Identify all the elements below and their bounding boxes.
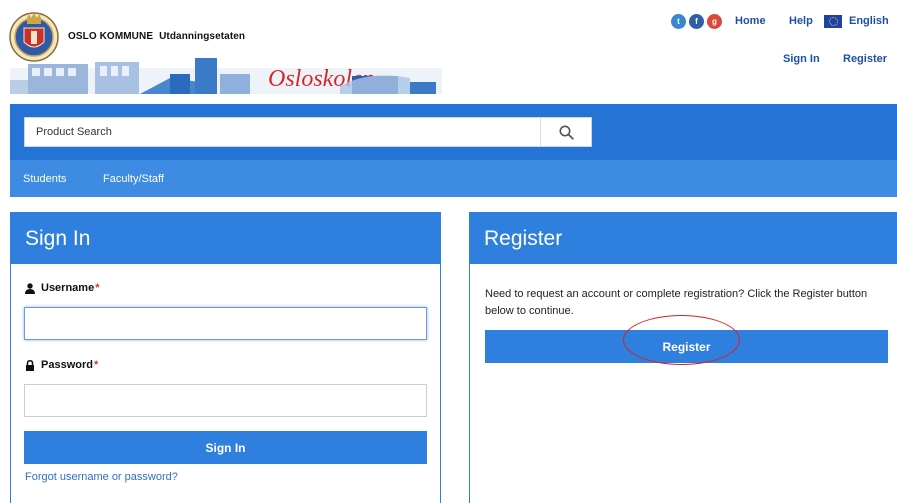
username-label-text: Username (41, 282, 95, 294)
password-input[interactable] (25, 385, 426, 416)
language-link[interactable]: English (849, 15, 889, 27)
search-icon (559, 125, 574, 140)
password-label-text: Password (41, 359, 93, 371)
main-navigation: Students Faculty/Staff (10, 160, 897, 197)
help-link[interactable]: Help (789, 15, 813, 27)
register-title: Register (470, 213, 897, 264)
forgot-credentials-link[interactable]: Forgot username or password? (25, 471, 178, 483)
register-instructions: Need to request an account or complete r… (485, 288, 868, 317)
facebook-icon[interactable]: f (689, 14, 704, 29)
sign-in-title: Sign In (11, 213, 440, 264)
register-button[interactable]: Register (485, 330, 888, 363)
sign-in-panel: Sign In Username * Password * Sign In Forg… (10, 212, 441, 503)
sign-in-button[interactable]: Sign In (24, 431, 427, 464)
site-header: OSLO KOMMUNE Utdanningsetaten Osloskolen … (0, 0, 897, 104)
google-plus-icon[interactable]: g (707, 14, 722, 29)
lock-icon (26, 359, 34, 371)
org-name: OSLO KOMMUNE (68, 31, 154, 42)
home-link[interactable]: Home (735, 15, 766, 27)
register-panel: Register Need to request an account or c… (469, 212, 897, 503)
agency-name: Utdanningsetaten (159, 31, 246, 42)
osloskolen-banner[interactable]: Osloskolen (10, 50, 442, 94)
user-icon (25, 282, 35, 294)
password-label: Password * (25, 359, 98, 371)
required-mark: * (93, 359, 99, 371)
required-mark: * (95, 282, 100, 294)
password-field (24, 384, 427, 417)
organization-name: OSLO KOMMUNE Utdanningsetaten (68, 31, 245, 42)
twitter-icon[interactable]: t (671, 14, 686, 29)
search-button[interactable] (540, 118, 592, 146)
nav-item-students[interactable]: Students (23, 173, 66, 185)
username-field (24, 307, 427, 340)
eu-flag-icon[interactable] (824, 15, 842, 28)
username-label: Username * (25, 282, 99, 294)
search-band (10, 104, 897, 160)
username-input[interactable] (25, 308, 426, 339)
register-link[interactable]: Register (843, 53, 887, 65)
product-search (24, 117, 592, 147)
nav-item-faculty-staff[interactable]: Faculty/Staff (103, 173, 164, 185)
sign-in-link[interactable]: Sign In (783, 53, 820, 65)
product-search-input[interactable] (25, 118, 540, 146)
